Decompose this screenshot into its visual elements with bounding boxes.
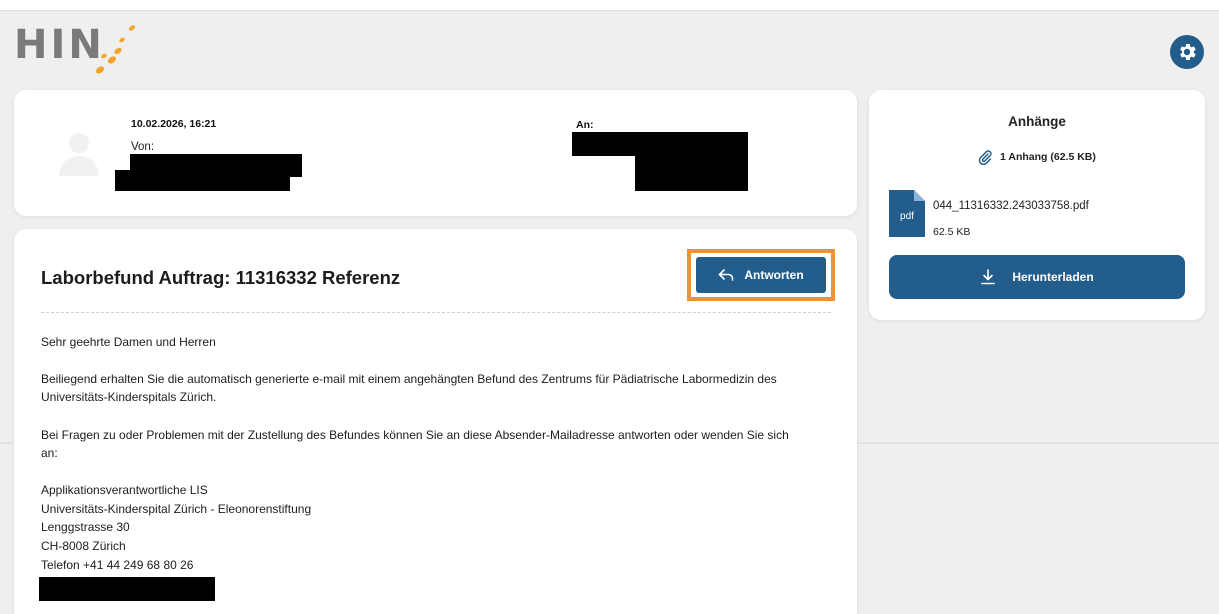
hin-logo: HIN [14,18,154,80]
attachments-title: Anhänge [1008,114,1066,129]
contact-line: CH-8008 Zürich [41,539,126,553]
settings-button[interactable] [1170,35,1204,69]
paragraph-1-line-2: Universitäts-Kinderspitals Zürich. [41,390,217,404]
message-header-card: 10.02.2026, 16:21 Von: An: [14,90,857,216]
download-button[interactable]: Herunterladen [889,255,1185,299]
paragraph-2-line-1: Bei Fragen zu oder Problemen mit der Zus… [41,428,789,442]
subject-divider [41,312,831,313]
message-subject: Laborbefund Auftrag: 11316332 Referenz [41,267,401,288]
pdf-type-label: pdf [900,211,914,222]
redacted-recipient-line2 [635,154,748,191]
contact-line: Universitäts-Kinderspital Zürich - Eleon… [41,502,312,516]
to-label: An: [576,119,594,131]
logo-accent-icon [95,25,136,74]
page-seam-right [857,442,1219,444]
attachments-card: Anhänge 1 Anhang (62.5 KB) pdf 044_11316… [869,90,1205,320]
message-body-card: Laborbefund Auftrag: 11316332 Referenz A… [14,229,857,614]
reply-label: Antworten [744,268,804,282]
paperclip-icon [978,150,992,165]
page-seam-left [0,442,14,444]
greeting: Sehr geehrte Damen und Herren [41,335,216,349]
attachment-file-size: 62.5 KB [933,226,971,238]
contact-line: Lenggstrasse 30 [41,520,130,534]
gear-icon [1180,44,1196,60]
reply-button[interactable]: Antworten [696,257,826,293]
pdf-file-icon[interactable]: pdf [889,190,925,237]
paragraph-2-line-2: an: [41,446,58,460]
download-label: Herunterladen [1012,270,1094,284]
reply-arrow-icon [719,269,734,281]
redacted-recipient-line1 [572,132,748,156]
redacted-sender-line2 [115,170,290,191]
contact-line: Telefon +41 44 249 68 80 26 [41,558,194,572]
paragraph-1-line-1: Beiliegend erhalten Sie die automatisch … [41,372,777,386]
attachment-count-row: 1 Anhang (62.5 KB) [977,149,1096,165]
attachment-count: 1 Anhang (62.5 KB) [1000,151,1096,163]
from-label: Von: [131,141,155,153]
message-datetime: 10.02.2026, 16:21 [131,118,217,130]
redacted-contact-line [39,577,215,601]
attachment-file-name[interactable]: 044_11316332.243033758.pdf [933,200,1089,212]
reply-highlight-box: Antworten [687,249,835,301]
avatar-icon [59,133,99,176]
contact-line: Applikationsverantwortliche LIS [41,483,208,497]
download-icon [981,269,996,285]
